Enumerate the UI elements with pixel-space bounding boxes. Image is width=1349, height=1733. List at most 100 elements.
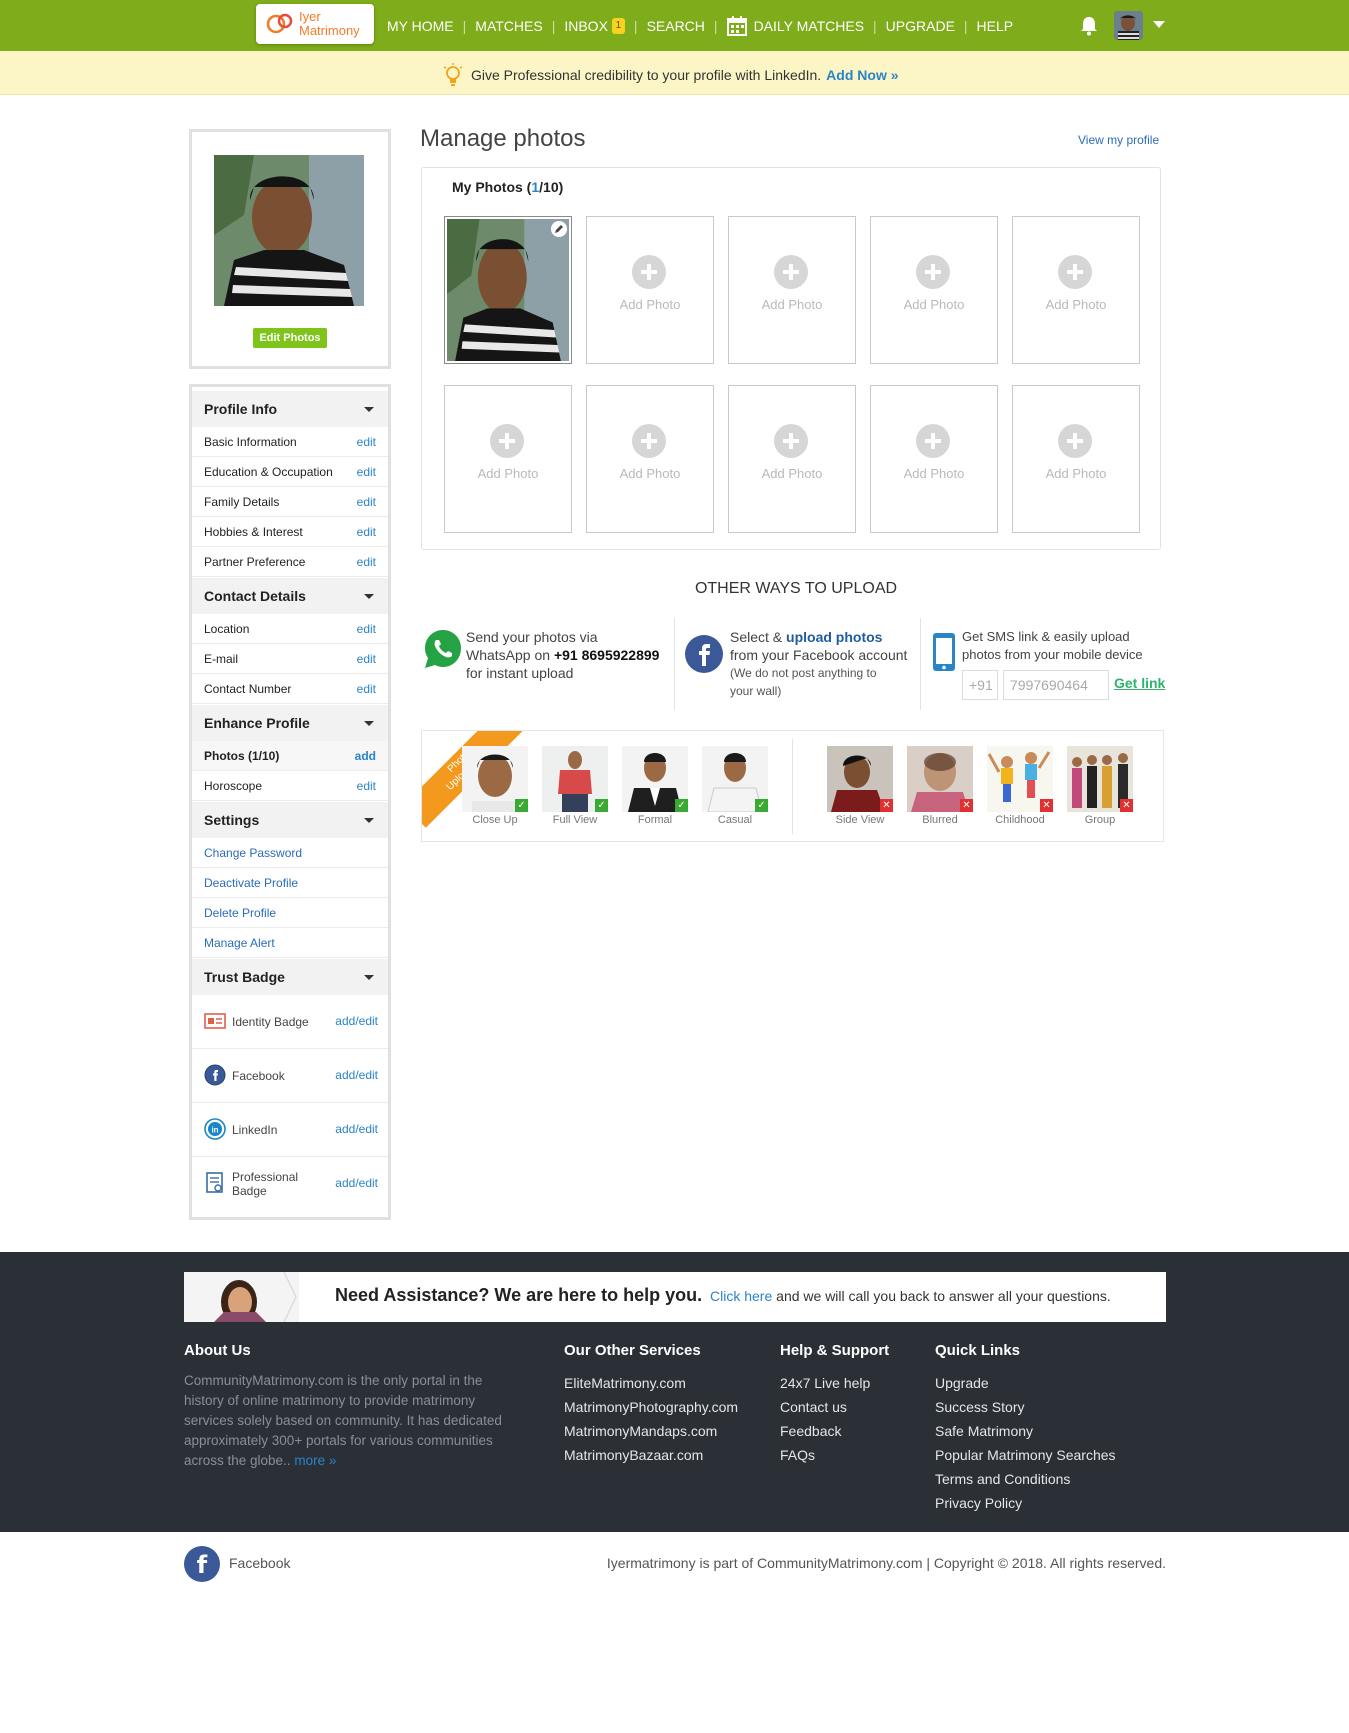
footer-link[interactable]: MatrimonyPhotography.com [564,1395,738,1419]
footer-link[interactable]: Terms and Conditions [935,1467,1116,1491]
footer-link[interactable]: Privacy Policy [935,1491,1116,1515]
footer-link[interactable]: Upgrade [935,1371,1116,1395]
sidebar-item-label: Location [204,622,250,636]
nav-my-home[interactable]: MY HOME [378,18,463,34]
bell-icon[interactable] [1080,16,1098,36]
edit-link[interactable]: edit [357,427,376,457]
tip-good-close-up: ✓ Close Up [462,746,528,826]
footer-link[interactable]: Success Story [935,1395,1116,1419]
support-agent-image [184,1272,299,1322]
footer-link[interactable]: MatrimonyMandaps.com [564,1419,738,1443]
facebook-link[interactable]: Facebook [229,1555,290,1571]
add-link[interactable]: add [355,741,376,771]
section-profile-info[interactable]: Profile Info [192,391,388,427]
edit-link[interactable]: edit [357,487,376,517]
section-title: Settings [204,812,260,828]
tip-caption: Close Up [472,814,518,826]
edit-link[interactable]: edit [357,614,376,644]
nav-search[interactable]: SEARCH [638,18,714,34]
plus-icon [632,255,666,289]
footer: Need Assistance? We are here to help you… [0,1252,1349,1532]
whatsapp-icon [425,630,461,668]
click-here-link[interactable]: Click here [710,1288,772,1304]
trust-item-professional-badge: Professional Badge add/edit [192,1157,388,1211]
facebook-icon[interactable]: f [184,1546,220,1582]
nav-help[interactable]: HELP [968,18,1023,34]
change-password-link[interactable]: Change Password [192,838,388,868]
footer-link[interactable]: FAQs [780,1443,889,1467]
upload-photos-link[interactable]: upload photos [786,629,882,645]
delete-profile-link[interactable]: Delete Profile [192,898,388,928]
add-photo-slot[interactable]: Add Photo [586,385,714,533]
pencil-icon[interactable] [551,221,567,237]
nav-daily-matches[interactable]: DAILY MATCHES [718,15,873,36]
section-contact-details[interactable]: Contact Details [192,578,388,614]
add-photo-slot[interactable]: Add Photo [728,216,856,364]
footer-link[interactable]: EliteMatrimony.com [564,1371,738,1395]
nav-upgrade[interactable]: UPGRADE [877,18,964,34]
section-enhance-profile[interactable]: Enhance Profile [192,705,388,741]
add-photo-slot[interactable]: Add Photo [586,216,714,364]
get-link-button[interactable]: Get link [1114,675,1165,691]
edit-link[interactable]: edit [357,644,376,674]
footer-link[interactable]: 24x7 Live help [780,1371,889,1395]
add-photo-slot[interactable]: Add Photo [728,385,856,533]
more-link[interactable]: more » [294,1453,336,1468]
sidebar-item-family-details[interactable]: Family Details edit [192,487,388,517]
sidebar-item-contact-number[interactable]: Contact Number edit [192,674,388,704]
edit-photos-button[interactable]: Edit Photos [253,328,327,348]
footer-link[interactable]: Contact us [780,1395,889,1419]
notice-text: Give Professional credibility to your pr… [471,67,822,83]
section-settings[interactable]: Settings [192,802,388,838]
manage-alert-link[interactable]: Manage Alert [192,928,388,958]
nav-inbox[interactable]: INBOX 1 [555,17,634,34]
edit-link[interactable]: edit [357,674,376,704]
add-photo-slot[interactable]: Add Photo [444,385,572,533]
uploaded-photo [447,219,569,361]
add-photo-slot[interactable]: Add Photo [870,216,998,364]
add-photo-slot[interactable]: Add Photo [1012,385,1140,533]
sidebar-item-partner-preference[interactable]: Partner Preference edit [192,547,388,577]
chevron-down-icon[interactable] [1153,21,1165,28]
chevron-down-icon[interactable] [364,975,374,980]
add-photo-slot[interactable]: Add Photo [870,385,998,533]
sidebar-item-hobbies-interest[interactable]: Hobbies & Interest edit [192,517,388,547]
edit-link[interactable]: edit [357,547,376,577]
edit-link[interactable]: edit [357,457,376,487]
add-photo-slot[interactable]: Add Photo [1012,216,1140,364]
user-avatar[interactable] [1114,11,1143,40]
nav-matches[interactable]: MATCHES [466,18,551,34]
deactivate-profile-link[interactable]: Deactivate Profile [192,868,388,898]
sidebar-item-education-occupation[interactable]: Education & Occupation edit [192,457,388,487]
view-my-profile-link[interactable]: View my profile [1078,133,1159,147]
footer-link[interactable]: Feedback [780,1419,889,1443]
chevron-down-icon[interactable] [364,407,374,412]
footer-link[interactable]: Safe Matrimony [935,1419,1116,1443]
plus-icon [490,424,524,458]
sidebar-item-horoscope[interactable]: Horoscope edit [192,771,388,801]
footer-link[interactable]: MatrimonyBazaar.com [564,1443,738,1467]
tip-good-casual: ✓ Casual [702,746,768,826]
site-logo[interactable]: Iyer Matrimony [256,4,374,44]
add-now-link[interactable]: Add Now » [826,67,898,83]
chevron-down-icon[interactable] [364,721,374,726]
chevron-down-icon[interactable] [364,818,374,823]
add-edit-link[interactable]: add/edit [335,1014,378,1028]
footer-link[interactable]: Popular Matrimony Searches [935,1443,1116,1467]
chevron-down-icon[interactable] [364,594,374,599]
photo-slot-1[interactable] [444,216,572,364]
sidebar-item-photos[interactable]: Photos (1/10) add [192,741,388,771]
add-edit-link[interactable]: add/edit [335,1122,378,1136]
edit-link[interactable]: edit [357,517,376,547]
add-edit-link[interactable]: add/edit [335,1176,378,1190]
add-edit-link[interactable]: add/edit [335,1068,378,1082]
sidebar-item-location[interactable]: Location edit [192,614,388,644]
trust-item-linkedin: in LinkedIn add/edit [192,1103,388,1157]
sidebar-item-basic-information[interactable]: Basic Information edit [192,427,388,457]
edit-link[interactable]: edit [357,771,376,801]
phone-number-field[interactable]: 7997690464 [1003,670,1109,700]
add-photo-label: Add Photo [761,297,823,312]
country-code-field[interactable]: +91 [962,670,998,700]
sidebar-item-email[interactable]: E-mail edit [192,644,388,674]
section-trust-badge[interactable]: Trust Badge [192,959,388,995]
